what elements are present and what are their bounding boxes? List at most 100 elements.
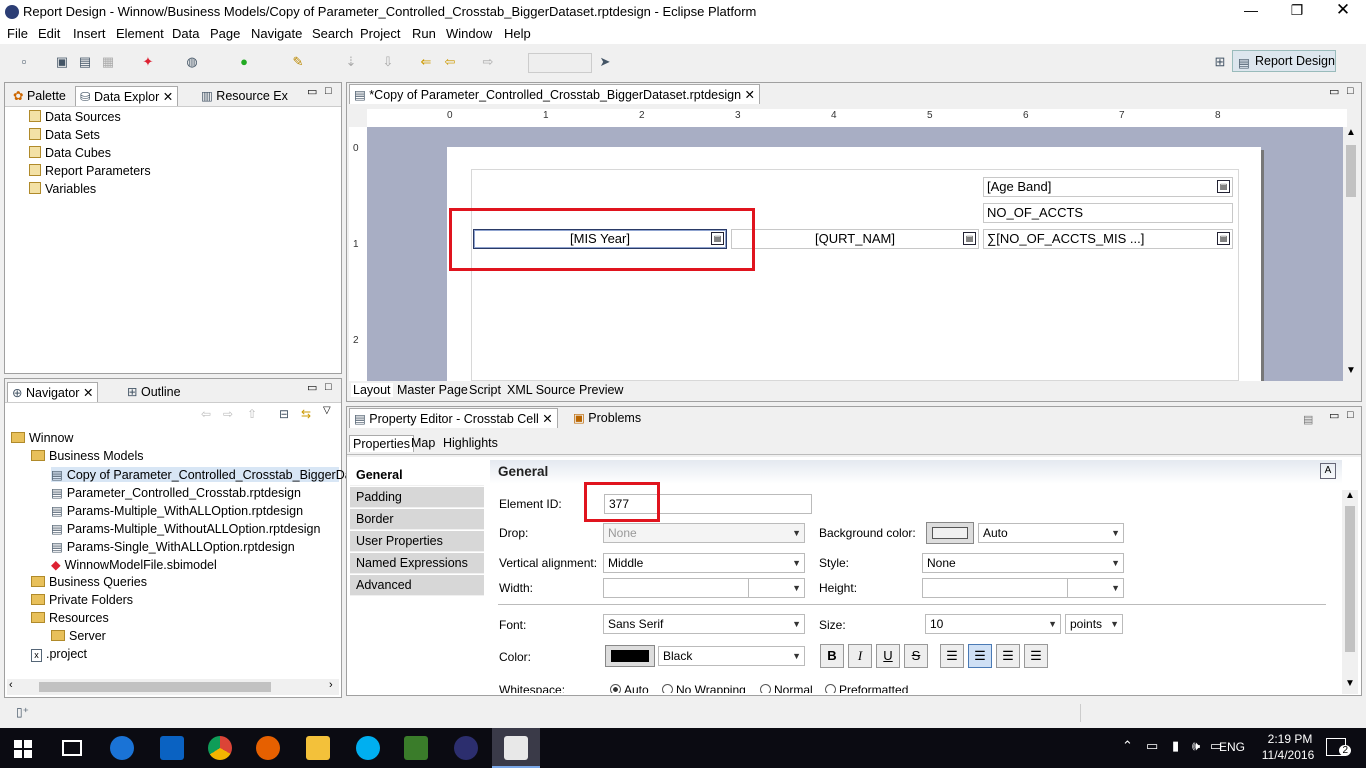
- navigator-tree-item[interactable]: ◆ WinnowModelFile.sbimodel: [51, 557, 217, 572]
- ws-radio-no-wrapping[interactable]: No Wrapping: [662, 683, 746, 693]
- navigator-tree-item[interactable]: ▤ Copy of Parameter_Controlled_Crosstab_B…: [51, 467, 355, 482]
- eclipse-taskbar-icon[interactable]: [454, 736, 478, 760]
- tree-item-variables[interactable]: Variables: [29, 182, 96, 196]
- menu-insert[interactable]: Insert: [73, 26, 106, 41]
- close-tab-icon[interactable]: ✕: [163, 90, 173, 104]
- ws-radio-preformatted[interactable]: Preformatted: [825, 683, 908, 693]
- cell-menu-icon[interactable]: ▤: [963, 232, 976, 245]
- size-unit-select[interactable]: points ▼: [1065, 614, 1123, 634]
- wand-icon[interactable]: ✎: [290, 54, 306, 70]
- new-icon[interactable]: ▫: [16, 54, 32, 70]
- link-editor-icon[interactable]: ⇆: [301, 407, 311, 421]
- measure-cell[interactable]: ∑[NO_OF_ACCTS_MIS ...] ▤: [983, 229, 1233, 249]
- view-minimize-icon[interactable]: ▭: [1329, 85, 1339, 98]
- perspective-report-design[interactable]: ▤ Report Design: [1232, 50, 1336, 72]
- menu-edit[interactable]: Edit: [38, 26, 60, 41]
- measure-header-cell[interactable]: NO_OF_ACCTS: [983, 203, 1233, 223]
- drop-select[interactable]: None ▼: [603, 523, 805, 543]
- save-icon[interactable]: ▣: [54, 54, 70, 70]
- last-edit-icon[interactable]: ⇐: [418, 54, 434, 70]
- align-center-icon[interactable]: ☰: [968, 644, 992, 668]
- skype-icon[interactable]: [356, 736, 380, 760]
- subtab-highlights[interactable]: Highlights: [443, 436, 498, 450]
- tray-chevron-icon[interactable]: ⌃: [1122, 738, 1133, 754]
- width-input[interactable]: [603, 578, 749, 598]
- tree-item-report-parameters[interactable]: Report Parameters: [29, 164, 151, 178]
- background-color-swatch[interactable]: [926, 522, 974, 544]
- save-all-icon[interactable]: ▤: [77, 54, 93, 70]
- tab-preview[interactable]: Preview: [579, 383, 623, 397]
- scroll-up-icon[interactable]: ▲: [1345, 490, 1355, 501]
- width-unit-select[interactable]: ▼: [748, 578, 805, 598]
- web-view-icon[interactable]: ◍: [184, 54, 200, 70]
- category-general[interactable]: General: [350, 465, 484, 486]
- tab-report-file[interactable]: ▤ *Copy of Parameter_Controlled_Crosstab…: [349, 84, 760, 104]
- view-settings-icon[interactable]: ▤: [1303, 413, 1313, 426]
- menu-window[interactable]: Window: [446, 26, 492, 41]
- close-icon[interactable]: ✕: [1328, 0, 1358, 20]
- font-color-select[interactable]: Black ▼: [658, 646, 805, 666]
- view-maximize-icon[interactable]: □: [325, 381, 332, 393]
- tab-master-page[interactable]: Master Page: [397, 383, 468, 397]
- firefox-icon[interactable]: [256, 736, 280, 760]
- scroll-thumb[interactable]: [1346, 145, 1356, 197]
- zoom-combo[interactable]: [528, 53, 592, 73]
- ws-radio-normal[interactable]: Normal: [760, 683, 813, 693]
- scroll-thumb[interactable]: [39, 682, 271, 692]
- print-icon[interactable]: ▦: [100, 54, 116, 70]
- scroll-down-icon[interactable]: ▼: [1345, 678, 1355, 689]
- file-explorer-icon[interactable]: [306, 736, 330, 760]
- nav-back-icon[interactable]: ⇦: [201, 407, 211, 421]
- align-left-icon[interactable]: ☰: [940, 644, 964, 668]
- tab-data-explorer[interactable]: ⛁ Data Explor ✕: [75, 86, 179, 106]
- collapse-all-icon[interactable]: ⊟: [279, 407, 289, 421]
- battery-icon[interactable]: ▮: [1172, 738, 1179, 754]
- tree-item-data-sets[interactable]: Data Sets: [29, 128, 100, 142]
- next-annotation-icon[interactable]: ⇩: [380, 54, 396, 70]
- task-view-icon[interactable]: [62, 740, 82, 756]
- property-scrollbar[interactable]: ▲ ▼: [1342, 490, 1358, 694]
- style-select[interactable]: None ▼: [922, 553, 1124, 573]
- open-perspective-icon[interactable]: ⊞: [1212, 54, 1228, 70]
- tab-outline[interactable]: ⊞ Outline: [123, 382, 185, 402]
- menu-search[interactable]: Search: [312, 26, 353, 41]
- volume-icon[interactable]: 🕪: [1192, 738, 1200, 754]
- tab-xml-source[interactable]: XML Source: [507, 383, 575, 397]
- pin-icon[interactable]: ➤: [597, 54, 613, 70]
- cell-menu-icon[interactable]: ▤: [1217, 232, 1230, 245]
- forward-icon[interactable]: ⇨: [480, 54, 496, 70]
- category-advanced[interactable]: Advanced: [350, 575, 484, 596]
- horizontal-scrollbar[interactable]: ‹ ›: [7, 679, 339, 695]
- vertical-scrollbar[interactable]: ▲ ▼: [1343, 127, 1359, 381]
- tree-item-data-sources[interactable]: Data Sources: [29, 110, 121, 124]
- nav-up-icon[interactable]: ⇧: [247, 407, 257, 421]
- tab-layout[interactable]: Layout: [351, 383, 393, 397]
- step-icon[interactable]: ⇣: [343, 54, 359, 70]
- navigator-tree-item[interactable]: Business Queries: [31, 575, 147, 589]
- bold-button[interactable]: B: [820, 644, 844, 668]
- minimize-icon[interactable]: —: [1236, 2, 1266, 18]
- nav-forward-icon[interactable]: ⇨: [223, 407, 233, 421]
- category-border[interactable]: Border: [350, 509, 484, 530]
- menu-page[interactable]: Page: [210, 26, 240, 41]
- font-color-swatch[interactable]: [605, 645, 655, 667]
- navigator-tree-item[interactable]: ▤ Parameter_Controlled_Crosstab.rptdesign: [51, 485, 301, 500]
- section-edit-icon[interactable]: A: [1320, 463, 1336, 479]
- menu-run[interactable]: Run: [412, 26, 436, 41]
- navigator-tree-item[interactable]: Business Models: [31, 449, 144, 463]
- navigator-tree-item[interactable]: ▤ Params-Multiple_WithALLOption.rptdesign: [51, 503, 303, 518]
- outlook-icon[interactable]: [160, 736, 184, 760]
- menu-element[interactable]: Element: [116, 26, 164, 41]
- windows-start-icon[interactable]: [14, 740, 32, 758]
- navigator-tree-item[interactable]: Server: [51, 629, 106, 643]
- menu-data[interactable]: Data: [172, 26, 199, 41]
- back-icon[interactable]: ⇦: [442, 54, 458, 70]
- tab-resource-explorer[interactable]: ▥ Resource Ex: [197, 86, 292, 106]
- scroll-down-icon[interactable]: ▼: [1346, 365, 1356, 376]
- spagobi-taskbar-item[interactable]: [492, 728, 540, 768]
- navigator-tree-item[interactable]: Winnow: [11, 431, 73, 445]
- view-maximize-icon[interactable]: □: [1347, 85, 1354, 97]
- align-justify-icon[interactable]: ☰: [1024, 644, 1048, 668]
- project-icon[interactable]: [404, 736, 428, 760]
- column-dimension-cell[interactable]: [Age Band] ▤: [983, 177, 1233, 197]
